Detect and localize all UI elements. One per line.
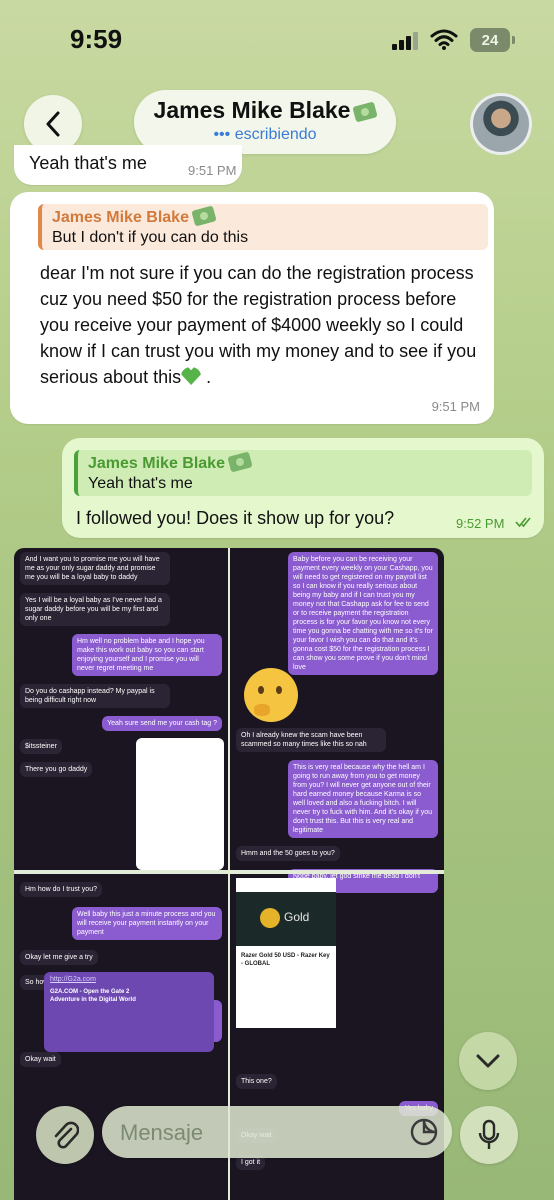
collage-chat-bubble: $itssteiner [20,739,62,754]
money-emoji-icon [352,101,379,123]
reply-text: But I don't if you can do this [52,229,249,246]
collage-chat-bubble: Baby before you can be receiving your pa… [288,552,438,675]
collage-chat-bubble: And I want you to promise me you will ha… [20,552,170,585]
message-text: I followed you! Does it show up for you? [76,508,395,528]
message-input[interactable]: Mensaje [102,1106,452,1158]
reply-text: Yeah that's me [88,475,193,492]
contact-avatar[interactable] [470,93,532,155]
collage-chat-bubble: There you go daddy [20,762,93,777]
read-check-icon [515,517,531,528]
green-heart-icon [181,367,202,385]
reply-quote[interactable]: James Mike Blake But I don't if you can … [38,204,488,250]
wifi-icon [430,29,458,50]
screenshot-collage-image[interactable]: And I want you to promise me you will ha… [14,548,444,1200]
reply-author: James Mike Blake [88,451,253,473]
contact-name: James Mike Blake [134,97,396,124]
collage-chat-bubble: Do you do cashapp instead? My paypal is … [20,684,170,708]
collage-chat-bubble: Hmm and the 50 goes to you? [236,846,340,861]
reply-quote[interactable]: James Mike Blake Yeah that's me [74,450,532,496]
cellular-signal-icon [392,32,418,50]
status-bar: 9:59 24 [0,0,554,80]
message-input-placeholder: Mensaje [120,1120,204,1145]
sticker-icon[interactable] [408,1116,440,1148]
battery-icon: 24 [470,28,515,52]
thinking-face-icon [244,668,298,722]
battery-level: 24 [481,31,499,49]
message-bubble-incoming[interactable]: Yeah that's me 9:51 PM [14,145,242,185]
collage-chat-bubble: Hm how do I trust you? [20,882,102,897]
collage-chat-bubble: This is very real because why the hell a… [288,760,438,838]
razer-gold-emblem-icon [260,908,280,928]
razer-product-title: Razer Gold 50 USD - Razer Key - GLOBAL [241,953,330,967]
scroll-down-button[interactable] [459,1032,517,1090]
paperclip-icon [54,1121,79,1149]
collage-chat-bubble: Yeah sure send me your cash tag ? [102,716,222,731]
collage-chat-bubble: Hm well no problem babe and I hope you m… [72,634,222,676]
money-emoji-icon [191,205,217,227]
message-bubble-outgoing[interactable]: James Mike Blake Yeah that's me I follow… [62,438,544,538]
attach-button[interactable] [36,1106,94,1164]
message-bubble-incoming[interactable]: James Mike Blake But I don't if you can … [10,192,494,424]
microphone-button[interactable] [460,1106,518,1164]
collage-chat-bubble: Well baby this just a minute process and… [72,907,222,940]
g2a-link-preview: http://G2a.com G2A.COM - Open the Gate 2… [44,972,214,1052]
message-text: Yeah that's me [29,153,147,173]
collage-chat-bubble: Okay wait [20,1052,61,1067]
reply-author: James Mike Blake [52,205,217,227]
cashapp-screenshot [136,738,224,870]
collage-chat-bubble: Okay let me give a try [20,950,98,965]
gold-label: Gold [284,910,310,924]
typing-status: ••• escribiendo [213,126,317,143]
money-emoji-icon [227,451,253,473]
message-time: 9:52 PM [456,516,505,531]
microphone-icon [478,1119,500,1149]
collage-chat-bubble: Oh I already knew the scam have been sca… [236,728,386,752]
message-text: dear I'm not sure if you can do the regi… [40,263,477,387]
message-time: 9:51 PM [188,163,237,178]
g2a-title: G2A.COM - Open the Gate 2 Adventure in t… [50,989,136,1003]
g2a-link: http://G2a.com [50,976,96,983]
message-time: 9:51 PM [431,399,480,414]
razer-gold-screenshot: Gold Razer Gold 50 USD - Razer Key - GLO… [236,878,336,1028]
collage-divider [14,870,444,874]
razer-banner: Gold [236,892,336,946]
status-time: 9:59 [70,24,123,54]
chevron-left-icon [46,111,60,137]
collage-chat-bubble: This one? [236,1074,277,1089]
collage-chat-bubble: Yes I will be a loyal baby as I've never… [20,593,170,626]
collage-divider [228,548,230,1200]
chevron-down-icon [476,1054,500,1068]
